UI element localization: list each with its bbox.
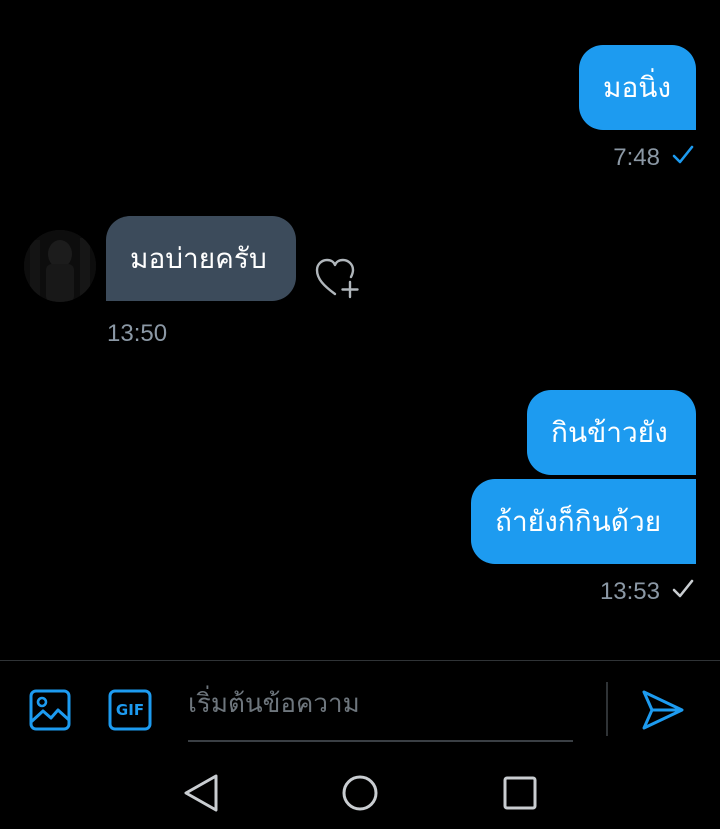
message-meta: 7:48 <box>613 142 694 174</box>
avatar-image <box>24 230 96 302</box>
message-text: มอนิ่ง <box>603 70 672 104</box>
message-bubble-outgoing[interactable]: มอนิ่ง <box>579 45 696 130</box>
image-icon <box>29 689 71 731</box>
nav-home-button[interactable] <box>340 772 380 814</box>
composer-separator <box>606 682 608 736</box>
message-text: กินข้าวยัง <box>551 415 668 449</box>
avatar[interactable] <box>24 230 96 302</box>
nav-back-button[interactable] <box>180 772 222 814</box>
add-gif-button[interactable]: GIF <box>107 688 153 732</box>
add-image-button[interactable] <box>28 688 72 732</box>
message-input[interactable] <box>188 680 573 728</box>
message-bubble-outgoing[interactable]: ถ้ายังก็กินด้วย <box>471 479 696 564</box>
sent-check-icon <box>672 578 694 606</box>
dm-conversation-screen: มอนิ่ง 7:48 มอบ่ายครับ 13:50 กินข้าวยัง <box>0 0 720 829</box>
message-meta: 13:53 <box>600 576 694 608</box>
back-triangle-icon <box>184 774 218 812</box>
composer-divider <box>0 660 720 661</box>
sent-check-icon <box>672 144 694 172</box>
message-input-container <box>188 680 573 742</box>
heart-plus-icon <box>315 258 359 299</box>
message-timestamp: 7:48 <box>613 144 660 171</box>
message-timestamp: 13:50 <box>107 320 168 347</box>
recents-square-icon <box>503 776 537 810</box>
send-icon <box>642 690 684 730</box>
message-bubble-outgoing[interactable]: กินข้าวยัง <box>527 390 696 475</box>
send-button[interactable] <box>640 688 686 732</box>
gif-label: GIF <box>115 701 145 719</box>
add-reaction-button[interactable] <box>314 256 360 300</box>
message-timestamp: 13:53 <box>599 578 660 605</box>
message-text: ถ้ายังก็กินด้วย <box>495 504 662 538</box>
message-text: มอบ่ายครับ <box>130 241 267 275</box>
home-circle-icon <box>342 775 378 811</box>
nav-recents-button[interactable] <box>501 774 539 812</box>
message-bubble-incoming[interactable]: มอบ่ายครับ <box>106 216 296 301</box>
message-meta: 13:50 <box>107 318 167 350</box>
